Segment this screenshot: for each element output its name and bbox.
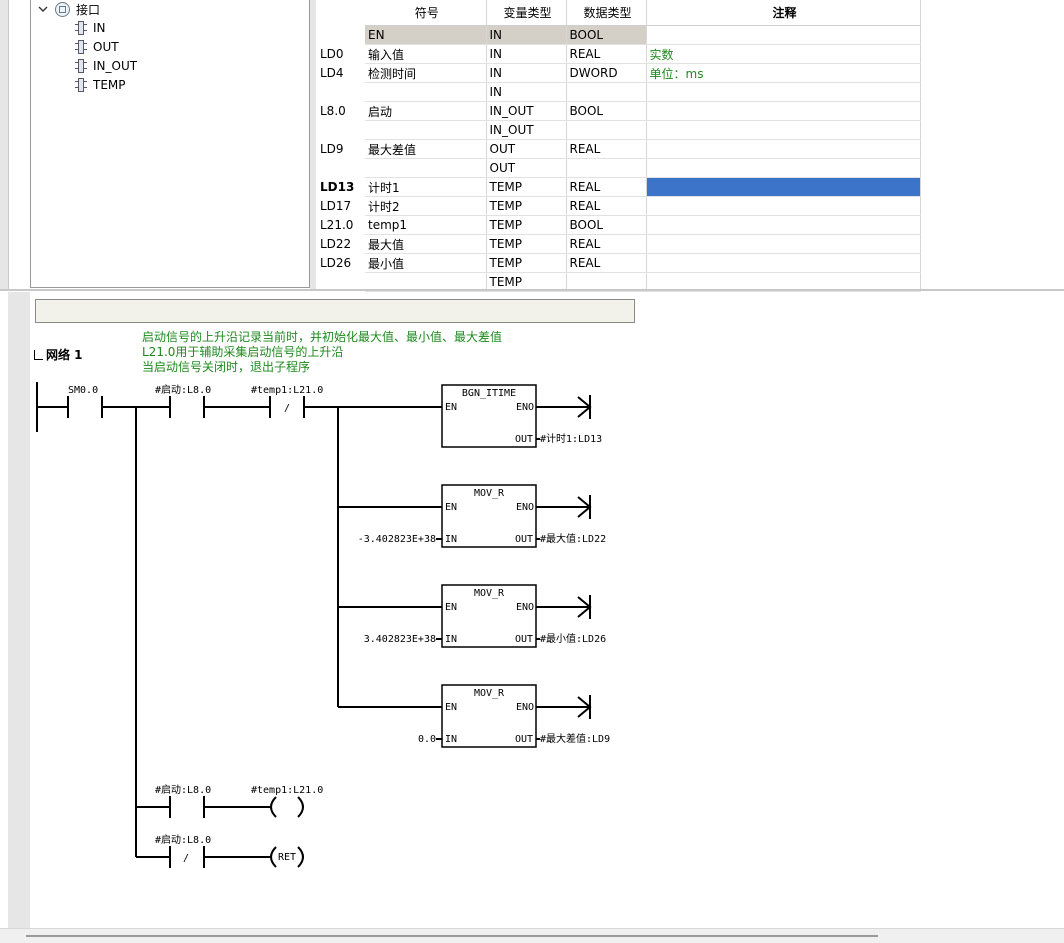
box-output-value: #最小值:LD26: [540, 632, 606, 645]
contact-start-2[interactable]: [169, 796, 205, 818]
coil-temp1[interactable]: [270, 796, 304, 818]
pin-eno: ENO: [516, 702, 534, 713]
pin-in: IN: [445, 634, 457, 645]
pin-out: OUT: [515, 734, 533, 745]
pin-en: EN: [445, 702, 457, 713]
pin-eno: ENO: [516, 502, 534, 513]
contact-label: #temp1:L21.0: [251, 385, 323, 396]
not-symbol: /: [183, 853, 189, 864]
box-output-value: #最大差值:LD9: [540, 732, 610, 745]
contact-label: SM0.0: [68, 385, 98, 396]
box-title: MOV_R: [474, 588, 505, 599]
scrollbar-thumb[interactable]: [26, 935, 878, 937]
pin-out: OUT: [515, 534, 533, 545]
box-output-value: #计时1:LD13: [540, 432, 602, 445]
box-title: BGN_ITIME: [462, 388, 516, 399]
box-input-value: 3.402823E+38: [364, 634, 436, 645]
pin-eno: ENO: [516, 402, 534, 413]
pin-in: IN: [445, 534, 457, 545]
pin-en: EN: [445, 502, 457, 513]
contact-label: #启动:L8.0: [155, 783, 211, 796]
contact-label: #启动:L8.0: [155, 383, 211, 396]
pin-en: EN: [445, 402, 457, 413]
coil-label: #temp1:L21.0: [251, 785, 323, 796]
pin-out: OUT: [515, 434, 533, 445]
ret-label: RET: [278, 852, 296, 863]
box-input-value: -3.402823E+38: [358, 534, 436, 545]
not-symbol: /: [284, 403, 290, 414]
box-input-value: 0.0: [418, 734, 436, 745]
pin-in: IN: [445, 734, 457, 745]
pin-en: EN: [445, 602, 457, 613]
box-title: MOV_R: [474, 488, 505, 499]
contact-sm0[interactable]: [67, 396, 103, 418]
pin-out: OUT: [515, 634, 533, 645]
pin-eno: ENO: [516, 602, 534, 613]
contacts: [67, 396, 305, 868]
box-output-value: #最大值:LD22: [540, 532, 606, 545]
contact-label: #启动:L8.0: [155, 833, 211, 846]
ladder-diagram: SM0.0 #启动:L8.0 #temp1:L21.0 / BGN_ITIME …: [36, 382, 610, 868]
contact-start[interactable]: [169, 396, 205, 418]
box-title: MOV_R: [474, 688, 505, 699]
